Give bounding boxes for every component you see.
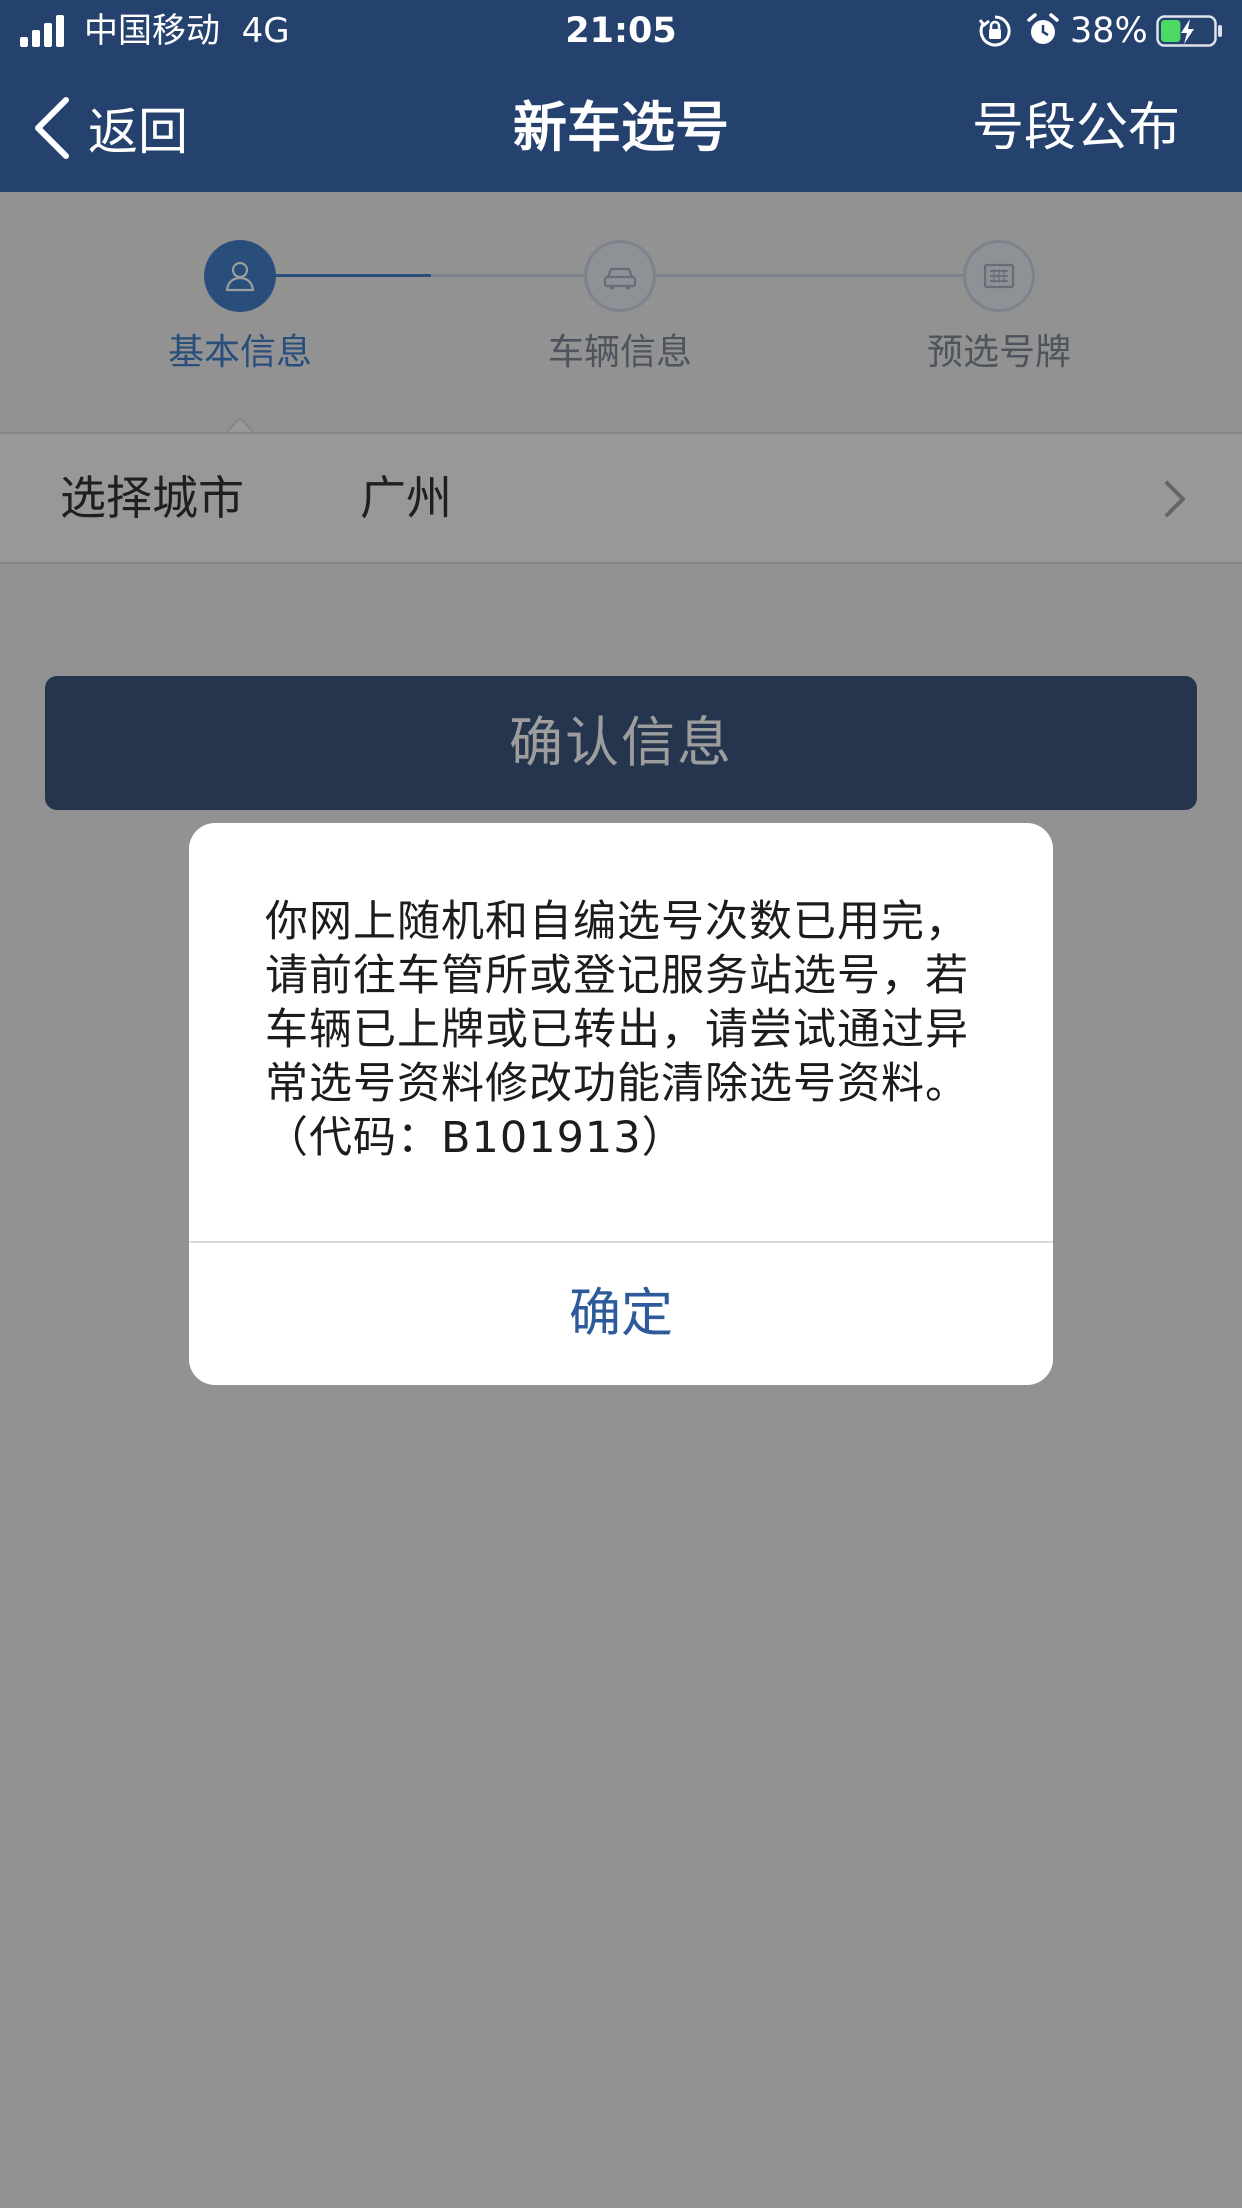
- number-announcement-link[interactable]: 号段公布: [972, 94, 1180, 162]
- battery-charging-icon: [1156, 15, 1222, 47]
- battery-percent: 38%: [1070, 11, 1148, 51]
- alert-dialog: 你网上随机和自编选号次数已用完，请前往车管所或登记服务站选号，若车辆已上牌或已转…: [189, 823, 1053, 1385]
- rotation-lock-icon: [978, 15, 1011, 47]
- battery-fill: [1161, 20, 1181, 42]
- top-bar: 中国移动 4G 21:05 38% 返回 新车选号 号段公布: [0, 0, 1242, 192]
- dialog-ok-button[interactable]: 确定: [189, 1243, 1053, 1385]
- dialog-message: 你网上随机和自编选号次数已用完，请前往车管所或登记服务站选号，若车辆已上牌或已转…: [265, 897, 969, 1163]
- alarm-icon: [1027, 13, 1059, 44]
- navigation-bar: 返回 新车选号 号段公布: [0, 64, 1242, 192]
- status-bar: 中国移动 4G 21:05 38%: [0, 0, 1242, 64]
